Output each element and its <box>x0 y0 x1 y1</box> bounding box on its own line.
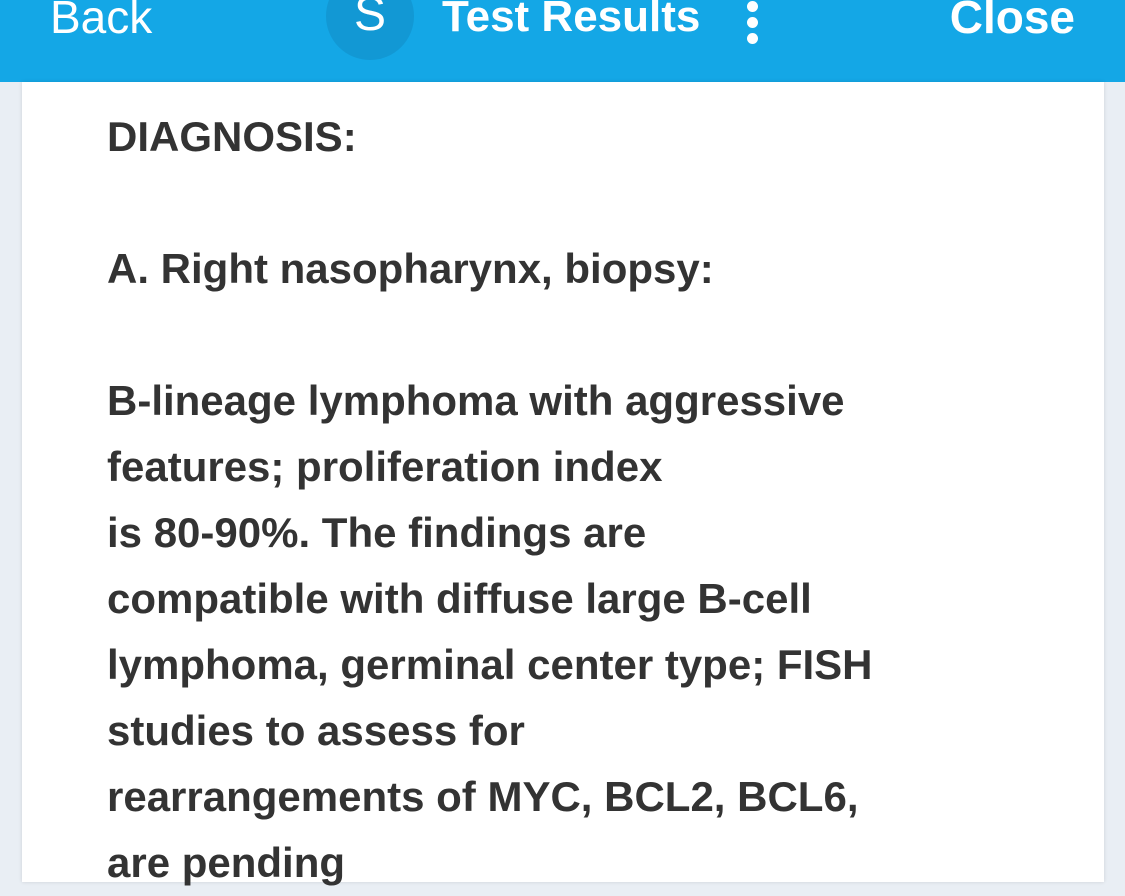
report-content: DIAGNOSIS: A. Right nasopharynx, biopsy:… <box>107 104 1097 896</box>
top-bar: Back S Test Results Close <box>0 0 1125 82</box>
menu-dot <box>747 1 758 12</box>
diagnosis-heading: DIAGNOSIS: <box>107 113 357 160</box>
report-card: DIAGNOSIS: A. Right nasopharynx, biopsy:… <box>22 82 1104 886</box>
report-line: studies to assess for <box>107 707 525 754</box>
specimen-label: A. Right nasopharynx, biopsy: <box>107 245 714 292</box>
menu-dot <box>747 17 758 28</box>
report-line: lymphoma, germinal center type; FISH <box>107 641 873 688</box>
report-line: B-lineage lymphoma with aggressive <box>107 377 845 424</box>
report-line: compatible with diffuse large B-cell <box>107 575 812 622</box>
menu-dot <box>747 33 758 44</box>
report-line: are pending <box>107 839 346 886</box>
report-line: is 80-90%. The findings are <box>107 509 647 556</box>
app-logo: S <box>326 0 414 60</box>
logo-letter: S <box>353 0 386 41</box>
more-options-icon[interactable] <box>742 0 764 46</box>
report-line: features; proliferation index <box>107 443 663 490</box>
page-title: Test Results <box>442 0 701 41</box>
back-button[interactable]: Back <box>50 0 152 42</box>
report-line: rearrangements of MYC, BCL2, BCL6, <box>107 773 859 820</box>
close-button[interactable]: Close <box>950 0 1075 42</box>
